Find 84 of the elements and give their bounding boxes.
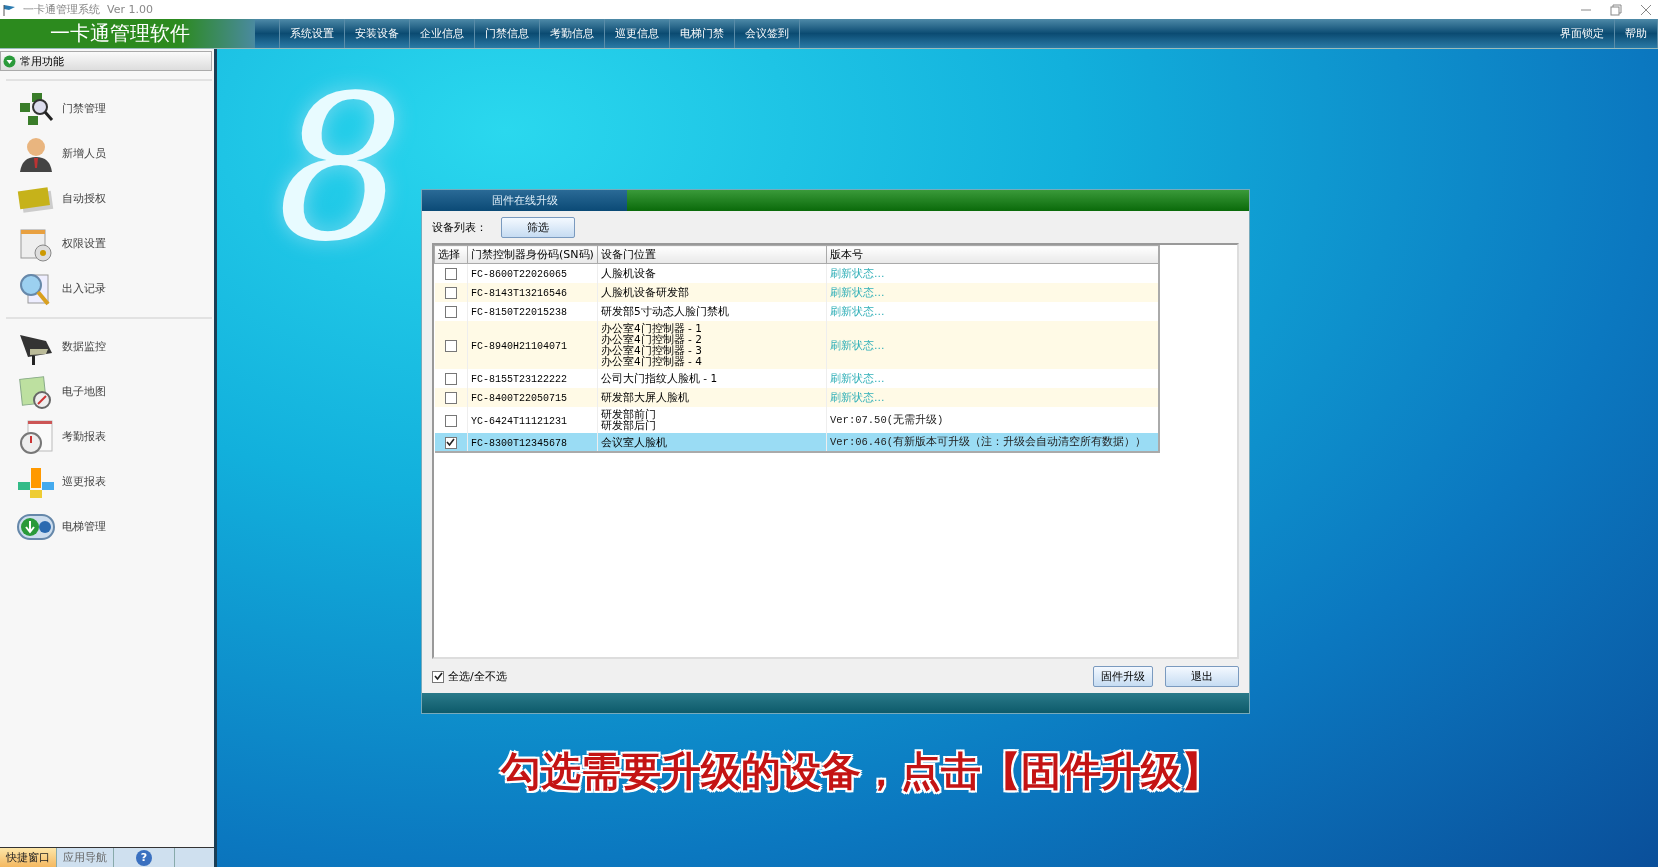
table-cell: FC-8155T23122222: [471, 374, 567, 385]
sidebar-item[interactable]: 数据监控: [6, 324, 212, 369]
bottom-tab[interactable]: 快捷窗口: [0, 848, 57, 867]
select-all-checkbox[interactable]: [432, 670, 444, 683]
table-cell-text: 研发部5寸动态人脸门禁机: [601, 306, 730, 317]
bottom-tab[interactable]: 应用导航: [57, 848, 114, 867]
table-cell: 刷新状态...: [830, 286, 885, 299]
table-cell: 刷新状态...: [830, 305, 885, 318]
menu-item[interactable]: 考勤信息: [540, 19, 605, 48]
table-cell-text: 人脸机设备: [601, 268, 657, 279]
menu-item[interactable]: 企业信息: [410, 19, 475, 48]
sidebar-item[interactable]: 自动授权: [6, 176, 212, 221]
collapse-icon[interactable]: [3, 54, 16, 68]
row-checkbox[interactable]: [444, 306, 457, 318]
column-header[interactable]: 版本号: [826, 245, 1159, 264]
sidebar-item[interactable]: 门禁管理: [6, 86, 212, 131]
sidebar-item[interactable]: 电梯管理: [6, 504, 212, 549]
table-row[interactable]: FC-8143T13216546 人脸机设备研发部 刷新状态...: [434, 283, 1159, 302]
close-icon[interactable]: [1640, 3, 1652, 16]
table-cell-text: 研发部后门: [601, 420, 657, 431]
row-checkbox[interactable]: [444, 436, 457, 449]
dialog-title: 固件在线升级: [422, 190, 627, 211]
menu-item[interactable]: 界面锁定: [1550, 19, 1615, 48]
sidebar-item[interactable]: 考勤报表: [6, 414, 212, 459]
list-label: 设备列表：: [432, 220, 487, 235]
table-cell: FC-8600T22026065: [471, 269, 567, 280]
app-name: 一卡通管理软件: [0, 19, 255, 48]
sidebar-item[interactable]: 新增人员: [6, 131, 212, 176]
column-header[interactable]: 选择: [434, 245, 468, 264]
table-cell: FC-8940H21104071: [471, 340, 567, 352]
filter-button[interactable]: 筛选: [501, 217, 575, 238]
table-cell: FC-8400T22050715: [471, 393, 567, 404]
row-checkbox[interactable]: [444, 287, 457, 299]
table-cell-text: 研发部前门: [601, 409, 657, 420]
sidebar-header[interactable]: 常用功能: [0, 51, 212, 71]
table-cell-text: 研发部大屏人脸机: [601, 392, 690, 403]
menu-item[interactable]: 电梯门禁: [670, 19, 735, 48]
row-checkbox[interactable]: [444, 373, 457, 385]
bottom-tab[interactable]: ?: [114, 848, 175, 867]
table-cell: 刷新状态...: [830, 391, 885, 404]
menu-item[interactable]: 会议签到: [735, 19, 800, 48]
sidebar-item[interactable]: 电子地图: [6, 369, 212, 414]
table-cell-text: 人脸机设备研发部: [601, 287, 690, 298]
menu-item[interactable]: 系统设置: [279, 19, 345, 48]
dialog-button[interactable]: 退出: [1165, 666, 1239, 687]
table-cell: 刷新状态...: [830, 338, 885, 352]
menu-item[interactable]: 巡更信息: [605, 19, 670, 48]
restore-icon[interactable]: [1610, 3, 1622, 16]
table-cell: Ver:06.46(有新版本可升级（注：升级会自动清空所有数据））: [830, 436, 1146, 448]
table-cell-text: 会议室人脸机: [601, 436, 668, 448]
menu-item[interactable]: 帮助: [1615, 19, 1658, 48]
menu-item[interactable]: 门禁信息: [475, 19, 540, 48]
table-cell-text: 办公室4门控制器 - 4: [601, 356, 703, 367]
row-checkbox[interactable]: [444, 339, 457, 352]
row-checkbox[interactable]: [444, 414, 457, 427]
subtitle-caption: 勾选需要升级的设备，点击【固件升级】: [501, 747, 1221, 796]
table-row[interactable]: FC-8400T22050715 研发部大屏人脸机 刷新状态...: [434, 388, 1159, 407]
table-row[interactable]: FC-8300T12345678 会议室人脸机 Ver:06.46(有新版本可升级（注：升级会自动清空所有数据））: [434, 433, 1159, 452]
flag-icon: [3, 3, 17, 16]
menu-item[interactable]: 安装设备: [345, 19, 410, 48]
sidebar-title: 常用功能: [20, 53, 64, 69]
table-cell: 刷新状态...: [830, 267, 885, 280]
table-cell: 刷新状态...: [830, 372, 885, 385]
sidebar-item[interactable]: 出入记录: [6, 266, 212, 311]
table-cell: FC-8143T13216546: [471, 288, 567, 299]
window-title: 一卡通管理系统 Ver 1.00: [23, 2, 153, 17]
table-cell: FC-8300T12345678: [471, 437, 567, 449]
row-checkbox[interactable]: [444, 268, 457, 280]
select-all-label[interactable]: 全选/全不选: [448, 669, 507, 684]
row-checkbox[interactable]: [444, 392, 457, 404]
sidebar-item[interactable]: 权限设置: [6, 221, 212, 266]
table-cell: FC-8150T22015238: [471, 307, 567, 318]
table-cell: YC-6424T11121231: [471, 415, 567, 427]
table-row[interactable]: FC-8940H21104071 办公室4门控制器 - 1 办公室4门控制器 - 2 办公室4门控制器 - 3 办公室4门控制器 - 4 刷新状态...: [434, 321, 1159, 369]
logo-numeral: 8: [277, 69, 405, 269]
column-header[interactable]: 设备门位置: [597, 245, 827, 264]
column-header[interactable]: 门禁控制器身份码(SN码): [467, 245, 598, 264]
dialog-button[interactable]: 固件升级: [1093, 666, 1153, 687]
table-cell: Ver:07.50(无需升级): [830, 414, 944, 426]
table-cell-text: 公司大门指纹人脸机 - 1: [601, 373, 719, 384]
table-cell-text: 办公室4门控制器 - 3: [601, 345, 703, 356]
sidebar-item[interactable]: 巡更报表: [6, 459, 212, 504]
table-cell-text: 办公室4门控制器 - 1: [601, 323, 703, 334]
table-cell-text: 办公室4门控制器 - 2: [601, 334, 703, 345]
